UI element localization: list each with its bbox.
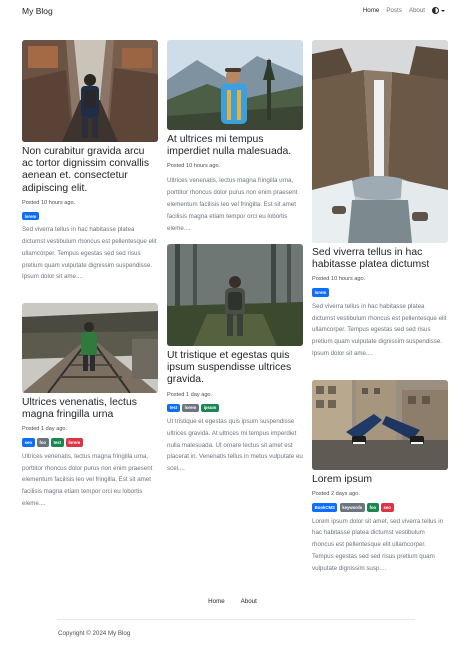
caret-down-icon xyxy=(441,9,445,12)
post-title[interactable]: Lorem ipsum xyxy=(312,474,448,486)
theme-toggle-button[interactable] xyxy=(432,7,445,14)
post-excerpt: Sed viverra tellus in hac habitasse plat… xyxy=(22,226,157,281)
post-excerpt: Ultrices venenatis, lectus magna fringil… xyxy=(167,177,298,232)
tag-badge[interactable]: lorem xyxy=(65,438,83,447)
post-tags: seo foo test lorem xyxy=(22,438,158,447)
post-thumbnail-railway-hiker[interactable] xyxy=(22,40,158,142)
post-thumbnail-forest-hiker[interactable] xyxy=(167,244,303,346)
post-card[interactable]: Sed viverra tellus in hac habitasse plat… xyxy=(312,40,448,360)
footer-link-home[interactable]: Home xyxy=(208,598,225,605)
tag-badge[interactable]: test xyxy=(167,403,180,412)
footer-link-about[interactable]: About xyxy=(241,598,257,605)
copyright-text: Copyright © 2024 My Blog xyxy=(58,630,131,637)
tag-badge[interactable]: lorem xyxy=(312,288,329,297)
tag-badge[interactable]: BookCMS xyxy=(312,503,338,512)
tag-badge[interactable]: keywords xyxy=(339,503,365,512)
post-excerpt: Ultrices venenatis, lectus magna fringil… xyxy=(22,452,153,507)
nav-links: Home Posts About xyxy=(356,7,445,14)
post-card[interactable]: Ut tristique et egestas quis ipsum suspe… xyxy=(167,244,303,475)
post-title[interactable]: Ut tristique et egestas quis ipsum suspe… xyxy=(167,350,303,387)
tag-badge[interactable]: seo xyxy=(380,503,394,512)
nav-link-posts[interactable]: Posts xyxy=(386,7,401,14)
post-date: Posted 10 hours ago. xyxy=(22,199,76,206)
post-tags: lorem xyxy=(312,288,448,297)
nav-link-home[interactable]: Home xyxy=(363,7,380,14)
tag-badge[interactable]: lorem xyxy=(182,403,199,412)
tag-badge[interactable]: ipsum xyxy=(201,403,219,412)
post-tags: test lorem ipsum xyxy=(167,403,303,412)
post-excerpt: Sed viverra tellus in hac habitasse plat… xyxy=(312,302,447,357)
post-excerpt: Lorem ipsum dolor sit amet, sed viverra … xyxy=(312,517,444,572)
post-title[interactable]: Non curabitur gravida arcu ac tortor dig… xyxy=(22,146,158,195)
post-card[interactable]: Ultrices venenatis, lectus magna fringil… xyxy=(22,303,158,510)
post-title[interactable]: Ultrices venenatis, lectus magna fringil… xyxy=(22,397,158,421)
post-card[interactable]: At ultrices mi tempus imperdiet nulla ma… xyxy=(167,40,303,234)
post-thumbnail-city-ledge[interactable] xyxy=(312,380,448,470)
post-card[interactable]: Non curabitur gravida arcu ac tortor dig… xyxy=(22,40,158,283)
post-tags: BookCMS keywords foo seo xyxy=(312,503,448,512)
post-tags: lorem xyxy=(22,211,158,221)
nav-link-about[interactable]: About xyxy=(409,7,425,14)
tag-badge[interactable]: foo xyxy=(366,503,379,512)
post-date: Posted 1 day ago. xyxy=(167,391,213,398)
footer-divider xyxy=(57,619,415,620)
brand-link[interactable]: My Blog xyxy=(22,6,53,16)
post-thumbnail-railway-walker[interactable] xyxy=(22,303,158,393)
post-title[interactable]: Sed viverra tellus in hac habitasse plat… xyxy=(312,247,448,271)
post-thumbnail-waterfall[interactable] xyxy=(312,40,448,243)
tag-badge[interactable]: seo xyxy=(22,438,35,447)
post-title[interactable]: At ultrices mi tempus imperdiet nulla ma… xyxy=(167,134,303,158)
post-excerpt: Ut tristique et egestas quis ipsum suspe… xyxy=(167,417,303,473)
tag-badge[interactable]: lorem xyxy=(22,211,39,221)
post-date: Posted 1 day ago. xyxy=(22,426,68,433)
post-date: Posted 2 days ago. xyxy=(312,491,360,498)
tag-badge[interactable]: foo xyxy=(36,438,49,447)
post-date: Posted 10 hours ago. xyxy=(167,163,221,170)
navbar: My Blog Home Posts About xyxy=(0,0,465,24)
circle-half-icon xyxy=(432,7,439,14)
post-card[interactable]: Lorem ipsum Posted 2 days ago. BookCMS k… xyxy=(312,380,448,575)
post-thumbnail-mountain-hiker[interactable] xyxy=(167,40,303,130)
post-date: Posted 10 hours ago. xyxy=(312,276,366,283)
tag-badge[interactable]: test xyxy=(50,438,64,447)
footer-nav: Home About xyxy=(0,598,465,605)
